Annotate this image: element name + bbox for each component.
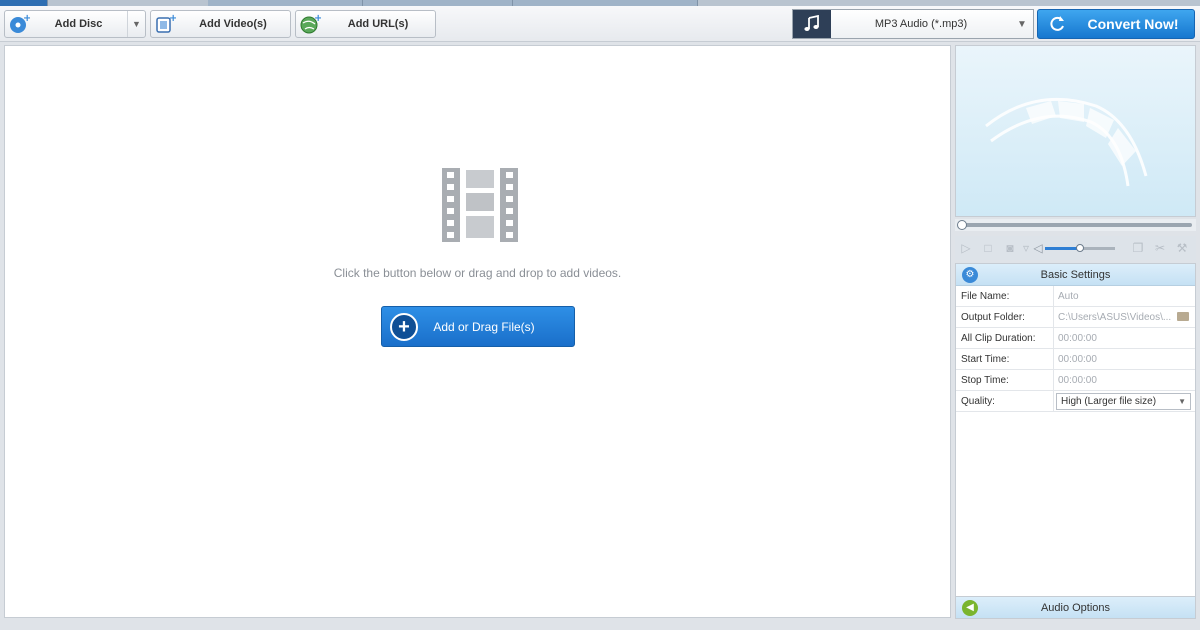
camera-icon[interactable]: ◙ [999,241,1021,255]
quality-value: High (Larger file size) [1061,396,1157,407]
speaker-icon[interactable]: ◁ [1031,241,1045,255]
basic-settings-title: Basic Settings [1040,268,1111,281]
svg-text:+: + [23,13,30,24]
output-format-value: MP3 Audio (*.mp3) [831,10,1011,38]
setting-label: Quality: [956,391,1054,411]
setting-label: Output Folder: [956,307,1054,327]
plus-icon: + [390,312,418,341]
player-controls: ▷ □ ◙ ▿ ◁ ❐ ✂ ⚒ [955,236,1196,260]
add-disc-button[interactable]: + Add Disc ▼ [4,10,146,38]
output-format-select[interactable]: MP3 Audio (*.mp3) ▼ [792,9,1034,39]
convert-now-button[interactable]: Convert Now! [1037,9,1195,39]
speaker-icon: ◀ [962,599,978,616]
setting-row-start-time: Start Time: 00:00:00 [956,349,1195,370]
setting-label: Start Time: [956,349,1054,369]
copy-icon[interactable]: ❐ [1127,241,1149,255]
add-disc-dropdown-icon[interactable]: ▼ [127,11,145,37]
add-or-drag-files-button[interactable]: + Add or Drag File(s) [381,306,575,347]
output-folder-value: C:\Users\ASUS\Videos\... [1058,312,1172,323]
quality-select[interactable]: High (Larger file size) ▼ [1056,393,1191,410]
setting-label: Stop Time: [956,370,1054,390]
output-folder-field[interactable]: C:\Users\ASUS\Videos\... [1054,307,1195,327]
setting-label: File Name: [956,286,1054,306]
globe-add-icon: + [299,13,321,35]
drop-hint-text: Click the button below or drag and drop … [333,266,622,280]
file-name-field[interactable]: Auto [1054,286,1195,306]
all-clip-duration-value: 00:00:00 [1058,333,1097,344]
convert-now-label: Convert Now! [1087,16,1179,32]
audio-options-header[interactable]: ◀ Audio Options [956,596,1195,618]
film-reel-watermark-icon [985,97,1148,187]
add-disc-label: Add Disc [54,18,103,30]
folder-icon[interactable] [1177,312,1189,321]
stop-icon[interactable]: □ [977,241,999,255]
quality-cell: High (Larger file size) ▼ [1054,391,1195,411]
camera-dropdown-icon[interactable]: ▿ [1021,241,1031,255]
music-note-icon [793,10,831,38]
stop-time-field[interactable]: 00:00:00 [1054,370,1195,390]
setting-row-file-name: File Name: Auto [956,286,1195,307]
film-add-icon: + [154,13,176,35]
refresh-icon [1042,14,1072,34]
setting-row-output-folder: Output Folder: C:\Users\ASUS\Videos\... [956,307,1195,328]
wrench-icon[interactable]: ⚒ [1171,241,1193,255]
volume-handle[interactable] [1075,243,1084,252]
volume-slider[interactable] [1045,243,1115,252]
settings-panel: ⚙ Basic Settings File Name: Auto Output … [955,263,1196,619]
setting-row-all-clip-duration: All Clip Duration: 00:00:00 [956,328,1195,349]
add-videos-label: Add Video(s) [199,18,267,30]
film-strip-icon [441,166,519,247]
drop-area[interactable]: Click the button below or drag and drop … [4,45,951,618]
svg-text:+: + [314,13,321,24]
chevron-down-icon[interactable]: ▼ [1011,10,1033,38]
status-bar [0,622,1200,630]
add-url-button[interactable]: + Add URL(s) [295,10,436,38]
video-preview [955,45,1196,217]
add-videos-button[interactable]: + Add Video(s) [150,10,291,38]
add-url-label: Add URL(s) [347,18,409,30]
audio-options-title: Audio Options [1040,601,1111,614]
wrench-icon: ⚙ [962,266,978,283]
setting-row-stop-time: Stop Time: 00:00:00 [956,370,1195,391]
scissors-icon[interactable]: ✂ [1149,241,1171,255]
toolbar: + Add Disc ▼ + Add Video(s) + Add URL(s) [0,6,1200,42]
svg-text:+: + [169,13,176,24]
add-or-drag-files-label: Add or Drag File(s) [433,319,535,334]
disc-icon: + [8,13,30,35]
play-icon[interactable]: ▷ [955,241,977,255]
setting-label: All Clip Duration: [956,328,1054,348]
chevron-down-icon: ▼ [1178,397,1186,406]
seek-handle[interactable] [957,220,967,230]
seek-slider[interactable] [955,219,1196,231]
start-time-field[interactable]: 00:00:00 [1054,349,1195,369]
setting-row-quality: Quality: High (Larger file size) ▼ [956,391,1195,412]
basic-settings-header[interactable]: ⚙ Basic Settings [956,264,1195,286]
